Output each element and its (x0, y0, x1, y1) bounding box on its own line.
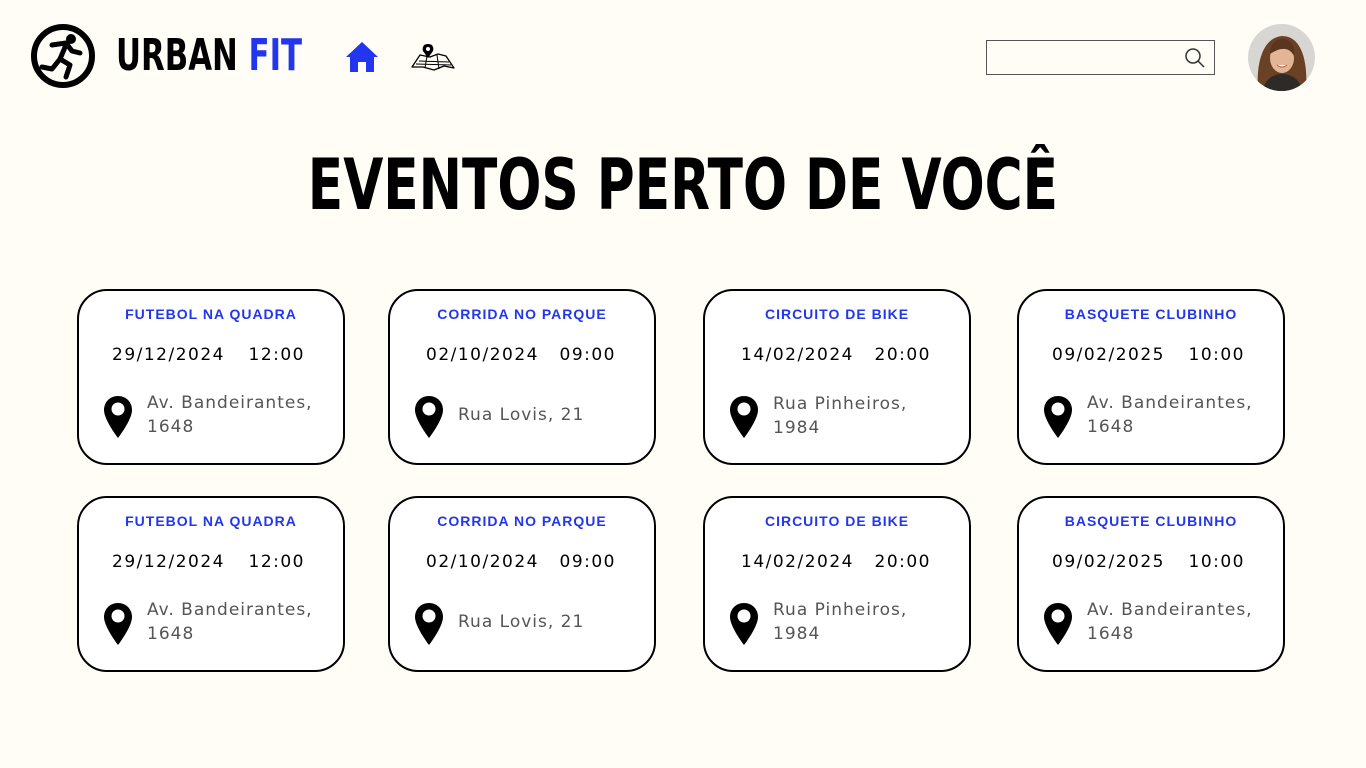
location-pin-icon (415, 396, 443, 438)
event-card[interactable]: CORRIDA NO PARQUE 02/10/2024 09:00 Rua L… (388, 496, 656, 672)
event-address: Rua Lovis, 21 (458, 612, 585, 632)
location-pin-icon (730, 396, 758, 438)
event-title: CORRIDA NO PARQUE (437, 513, 607, 529)
brand-name: URBAN FIT (116, 34, 302, 78)
location-pin-icon (415, 603, 443, 645)
brand-name-text: URBAN (116, 30, 238, 81)
map-icon[interactable] (410, 43, 456, 73)
event-card[interactable]: FUTEBOL NA QUADRA 29/12/2024 12:00 Av. B… (77, 496, 345, 672)
event-title: CORRIDA NO PARQUE (437, 306, 607, 322)
event-time: 10:00 (1188, 552, 1245, 572)
event-time: 20:00 (874, 345, 931, 365)
logo[interactable]: URBAN FIT (30, 23, 382, 89)
search-icon[interactable] (1184, 47, 1206, 69)
avatar-photo (1248, 24, 1315, 91)
runner-logo-icon (31, 24, 95, 88)
event-card[interactable]: CORRIDA NO PARQUE 02/10/2024 09:00 Rua L… (388, 289, 656, 465)
event-title: FUTEBOL NA QUADRA (125, 306, 297, 322)
event-title: CIRCUITO DE BIKE (764, 306, 910, 322)
event-card[interactable]: CIRCUITO DE BIKE 14/02/2024 20:00 Rua Pi… (703, 289, 971, 465)
page-title: EVENTOS PERTO DE VOCÊ (0, 140, 1366, 230)
event-date: 02/10/2024 (426, 345, 539, 365)
event-title: FUTEBOL NA QUADRA (125, 513, 297, 529)
event-address: Av. Bandeirantes, 1648 (1087, 600, 1253, 644)
event-date: 09/02/2025 (1052, 552, 1165, 572)
event-time: 12:00 (248, 552, 305, 572)
search-input[interactable] (993, 45, 1182, 71)
event-title: CIRCUITO DE BIKE (764, 513, 910, 529)
event-time: 09:00 (559, 552, 616, 572)
event-address: Rua Pinheiros, 1984 (773, 394, 908, 438)
event-address: Av. Bandeirantes, 1648 (147, 600, 313, 644)
location-pin-icon (104, 396, 132, 438)
event-address: Av. Bandeirantes, 1648 (147, 393, 313, 437)
location-pin-icon (104, 603, 132, 645)
event-date: 14/02/2024 (741, 345, 854, 365)
event-date: 02/10/2024 (426, 552, 539, 572)
location-pin-icon (1044, 603, 1072, 645)
home-icon[interactable] (344, 40, 380, 74)
search-box[interactable] (986, 40, 1215, 75)
event-date: 29/12/2024 (112, 345, 225, 365)
location-pin-icon (1044, 396, 1072, 438)
event-time: 09:00 (559, 345, 616, 365)
event-card[interactable]: FUTEBOL NA QUADRA 29/12/2024 12:00 Av. B… (77, 289, 345, 465)
event-card[interactable]: CIRCUITO DE BIKE 14/02/2024 20:00 Rua Pi… (703, 496, 971, 672)
event-title: BASQUETE CLUBINHO (1064, 306, 1238, 322)
brand-name-accent: FIT (248, 30, 303, 81)
event-time: 10:00 (1188, 345, 1245, 365)
event-date: 14/02/2024 (741, 552, 854, 572)
event-address: Rua Lovis, 21 (458, 405, 585, 425)
event-time: 12:00 (248, 345, 305, 365)
event-card[interactable]: BASQUETE CLUBINHO 09/02/2025 10:00 Av. B… (1017, 289, 1285, 465)
event-date: 29/12/2024 (112, 552, 225, 572)
event-address: Av. Bandeirantes, 1648 (1087, 393, 1253, 437)
event-title: BASQUETE CLUBINHO (1064, 513, 1238, 529)
location-pin-icon (730, 603, 758, 645)
event-card[interactable]: BASQUETE CLUBINHO 09/02/2025 10:00 Av. B… (1017, 496, 1285, 672)
event-time: 20:00 (874, 552, 931, 572)
page-title-text: EVENTOS PERTO DE VOCÊ (307, 144, 1059, 226)
user-avatar[interactable] (1248, 24, 1315, 91)
event-date: 09/02/2025 (1052, 345, 1165, 365)
event-address: Rua Pinheiros, 1984 (773, 600, 908, 644)
